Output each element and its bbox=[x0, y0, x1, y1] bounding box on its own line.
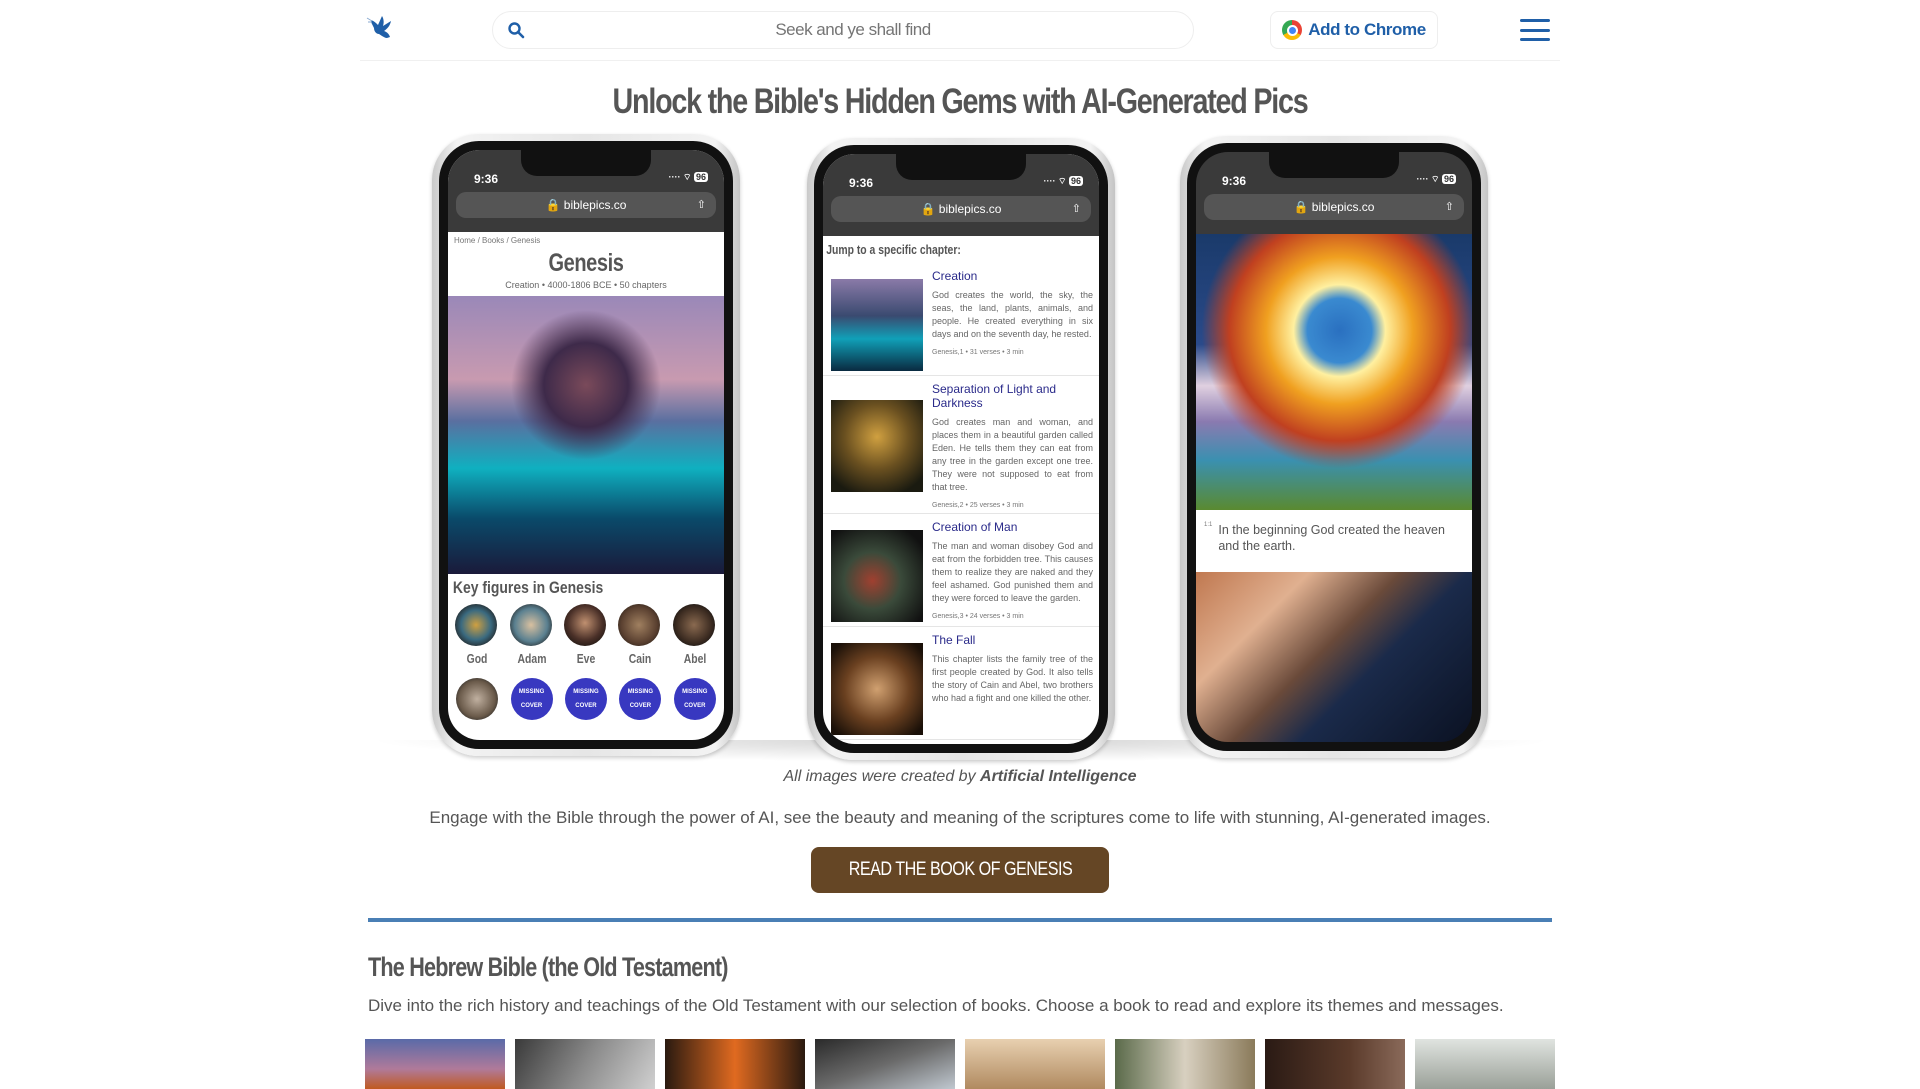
dove-logo[interactable] bbox=[365, 14, 405, 48]
verse-number: 1:1 bbox=[1204, 522, 1213, 528]
share-icon: ⇧ bbox=[696, 199, 706, 211]
status-time: 9:36 bbox=[849, 176, 874, 190]
section-description: Dive into the rich history and teachings… bbox=[368, 996, 1504, 1015]
chrome-icon bbox=[1282, 20, 1303, 40]
share-icon: ⇧ bbox=[1444, 201, 1454, 213]
chapter-item[interactable]: The Fall This chapter lists the family tr… bbox=[823, 627, 1099, 740]
chapter-item[interactable]: Creation God creates the world, the sky, … bbox=[823, 263, 1099, 376]
verse-text: In the beginning God created the heaven … bbox=[1218, 523, 1445, 553]
genesis-hero-image bbox=[448, 296, 724, 574]
search-bar[interactable] bbox=[492, 11, 1194, 49]
figure-god[interactable]: God bbox=[455, 604, 499, 666]
figure-eve[interactable]: Eve bbox=[563, 604, 608, 666]
hamburger-icon[interactable] bbox=[1520, 19, 1550, 41]
status-icons: ···· ⌔ 96 bbox=[1416, 174, 1456, 184]
missing-cover-badge[interactable]: MISSING COVER bbox=[510, 678, 553, 720]
book-thumbnail[interactable] bbox=[1265, 1039, 1405, 1089]
book-thumbnail[interactable] bbox=[815, 1039, 955, 1089]
status-icons: ···· ⌔ 96 bbox=[668, 172, 708, 182]
book-thumbnail[interactable] bbox=[1115, 1039, 1255, 1089]
status-icons: ···· ⌔ 96 bbox=[1043, 176, 1083, 186]
ai-caption: All images were created by Artificial In… bbox=[783, 768, 1137, 785]
phone-mockup-chapters: 9:36 ···· ⌔ 96 🔒 biblepics.co ⇧ Jump to a … bbox=[807, 138, 1115, 760]
key-figures-title: Key figures in Genesis bbox=[452, 578, 604, 597]
book-thumbnail[interactable] bbox=[365, 1039, 505, 1089]
missing-cover-badge[interactable]: MISSING COVER bbox=[564, 678, 607, 720]
book-thumbnail[interactable] bbox=[665, 1039, 805, 1089]
chapter-item[interactable]: Creation of Man The man and woman disobey… bbox=[823, 514, 1099, 627]
book-thumbnail[interactable] bbox=[515, 1039, 655, 1089]
search-input[interactable] bbox=[533, 12, 1173, 48]
missing-cover-badge[interactable]: MISSING COVER bbox=[673, 678, 716, 720]
add-to-chrome-button[interactable]: Add to Chrome bbox=[1270, 11, 1438, 49]
figure-abel[interactable]: Abel bbox=[672, 604, 717, 666]
phone-mockup-verse: 9:36 ···· ⌔ 96 🔒 biblepics.co ⇧ 1:1 In the… bbox=[1180, 136, 1488, 758]
status-time: 9:36 bbox=[1222, 174, 1247, 188]
address-bar: 🔒 biblepics.co ⇧ bbox=[456, 192, 716, 218]
book-thumbnail[interactable] bbox=[965, 1039, 1105, 1089]
search-icon bbox=[508, 22, 525, 39]
creation-image bbox=[1196, 234, 1472, 510]
section-title: The Hebrew Bible (the Old Testament) bbox=[368, 952, 728, 982]
share-icon: ⇧ bbox=[1071, 203, 1081, 215]
book-thumbnails bbox=[365, 1039, 1555, 1089]
figure-adam[interactable]: Adam bbox=[509, 604, 554, 666]
figure-avatar[interactable] bbox=[456, 678, 499, 720]
jump-title: Jump to a specific chapter: bbox=[826, 242, 961, 257]
hero-title: Unlock the Bible's Hidden Gems with AI-G… bbox=[612, 82, 1309, 121]
read-genesis-button[interactable]: READ THE BOOK OF GENESIS bbox=[811, 847, 1109, 893]
section-divider bbox=[368, 918, 1552, 922]
figure-cain[interactable]: Cain bbox=[618, 604, 662, 666]
address-bar: 🔒 biblepics.co ⇧ bbox=[831, 196, 1091, 222]
verse-image bbox=[1196, 572, 1472, 742]
breadcrumb: Home / Books / Genesis bbox=[454, 236, 541, 245]
verse-card[interactable]: 1:1 In the beginning God created the hea… bbox=[1196, 510, 1472, 572]
chapter-item[interactable]: Separation of Light and Darkness God crea… bbox=[823, 376, 1099, 514]
phone-mockup-book: 9:36 ···· ⌔ 96 🔒 biblepics.co ⇧ Home / Boo… bbox=[432, 134, 740, 756]
lead-paragraph: Engage with the Bible through the power … bbox=[429, 808, 1491, 827]
add-to-chrome-label: Add to Chrome bbox=[1308, 20, 1426, 39]
address-bar: 🔒 biblepics.co ⇧ bbox=[1204, 194, 1464, 220]
missing-cover-badge[interactable]: MISSING COVER bbox=[619, 678, 662, 720]
book-thumbnail[interactable] bbox=[1415, 1039, 1555, 1089]
book-subtitle: Creation • 4000-1806 BCE • 50 chapters bbox=[505, 280, 667, 290]
status-time: 9:36 bbox=[474, 172, 499, 186]
book-title: Genesis bbox=[548, 249, 624, 277]
